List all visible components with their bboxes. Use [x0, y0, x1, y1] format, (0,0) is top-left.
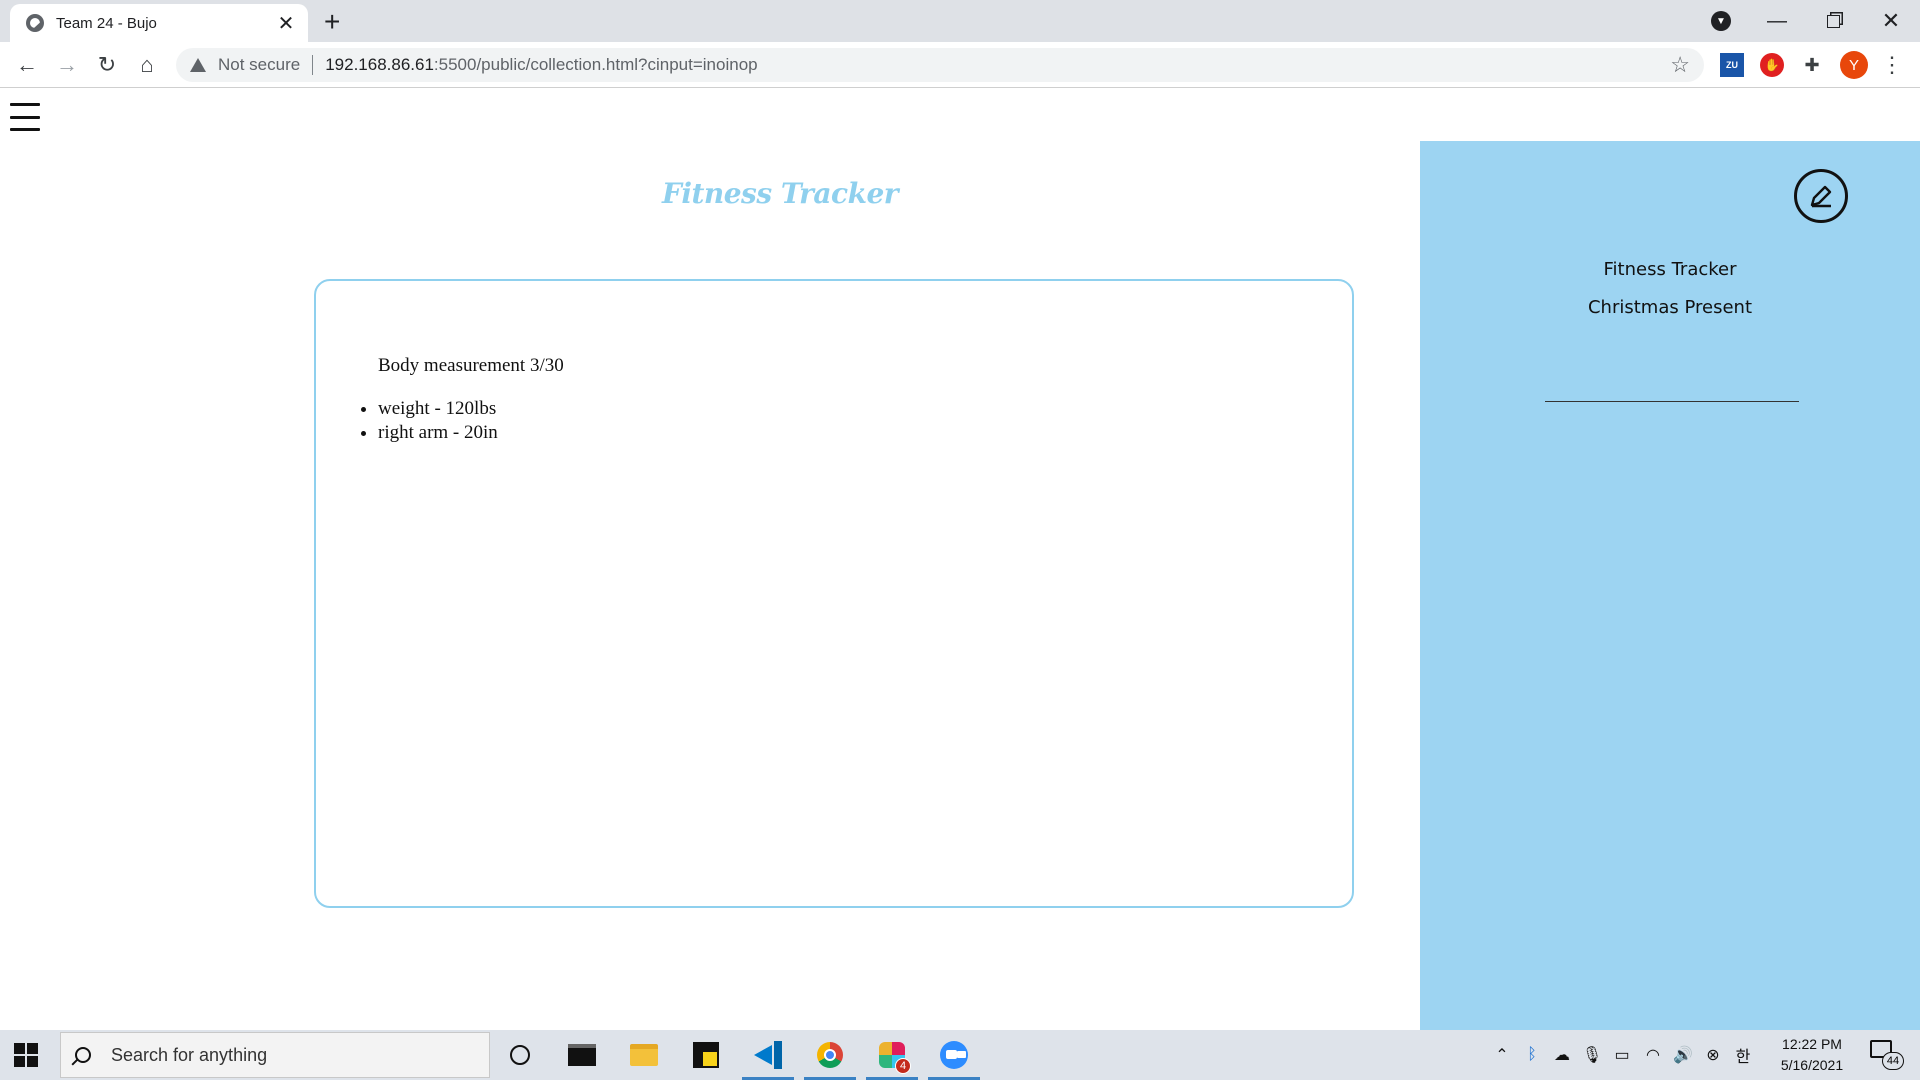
- adblock-extension-icon[interactable]: ✋: [1760, 53, 1784, 77]
- page-viewport: Fitness Tracker Body measurement 3/30 we…: [0, 89, 1920, 1030]
- globe-icon: [26, 14, 44, 32]
- bluetooth-icon[interactable]: ᛒ: [1520, 1030, 1544, 1080]
- sidebar-item-fitness-tracker[interactable]: Fitness Tracker: [1420, 259, 1920, 280]
- profile-avatar[interactable]: Y: [1840, 51, 1868, 79]
- url-host: 192.168.86.61: [325, 55, 434, 74]
- notification-center-button[interactable]: 44: [1870, 1040, 1904, 1070]
- clock-date: 5/16/2021: [1780, 1057, 1844, 1073]
- ime-indicator[interactable]: 한: [1730, 1030, 1756, 1080]
- sidebar-divider: [1545, 401, 1799, 402]
- hamburger-menu-icon[interactable]: [10, 103, 40, 131]
- entry-list: weight - 120lbs right arm - 20in: [378, 397, 498, 445]
- browser-toolbar: ← → ↻ ⌂ Not secure 192.168.86.61:5500/pu…: [0, 42, 1920, 88]
- taskbar-search-box[interactable]: Search for anything: [60, 1032, 490, 1078]
- reload-button[interactable]: ↻: [92, 50, 122, 80]
- list-item: weight - 120lbs: [378, 397, 498, 421]
- chrome-icon: [817, 1042, 843, 1068]
- taskbar-chrome[interactable]: [802, 1030, 858, 1080]
- volume-icon[interactable]: 🔊: [1670, 1030, 1696, 1080]
- collections-sidebar: Fitness Tracker Christmas Present: [1420, 141, 1920, 1030]
- taskbar-clock[interactable]: 12:22 PM 5/16/2021: [1760, 1034, 1864, 1076]
- search-icon: [75, 1047, 91, 1063]
- windows-start-icon[interactable]: [14, 1043, 38, 1067]
- arrow-right-icon: →: [56, 52, 78, 77]
- forward-button[interactable]: →: [52, 50, 82, 80]
- restore-icon: [1826, 14, 1840, 28]
- kebab-menu-icon[interactable]: ⋮: [1880, 52, 1904, 77]
- browser-tab[interactable]: Team 24 - Bujo ✕: [10, 4, 308, 42]
- home-button[interactable]: ⌂: [132, 50, 162, 80]
- profile-dropdown-button[interactable]: ▼: [1706, 0, 1736, 42]
- taskbar-zoom[interactable]: [926, 1030, 982, 1080]
- windows-taskbar: Search for anything 4 ⌃ ᛒ ☁ 🎙 ▭ ◠ 🔊 ⊗ 한 …: [0, 1030, 1920, 1080]
- taskbar-slack[interactable]: 4: [864, 1030, 920, 1080]
- back-button[interactable]: ←: [12, 50, 42, 80]
- folder-icon: [630, 1044, 658, 1066]
- cortana-icon: [510, 1045, 530, 1065]
- sticky-notes-icon: [693, 1042, 719, 1068]
- zu-extension-icon[interactable]: ZU: [1720, 53, 1744, 77]
- url-text[interactable]: 192.168.86.61:5500/public/collection.htm…: [325, 55, 757, 75]
- battery-icon[interactable]: ▭: [1608, 1030, 1636, 1080]
- wifi-icon[interactable]: ◠: [1640, 1030, 1666, 1080]
- tab-close-icon[interactable]: ✕: [276, 11, 296, 36]
- browser-tab-bar: Team 24 - Bujo ✕ + ▼ — ✕: [0, 0, 1920, 42]
- clock-time: 12:22 PM: [1782, 1036, 1842, 1052]
- chevron-down-icon: ▼: [1711, 11, 1731, 31]
- security-label[interactable]: Not secure: [218, 55, 300, 75]
- reload-icon: ↻: [97, 52, 117, 77]
- status-x-icon[interactable]: ⊗: [1700, 1030, 1726, 1080]
- list-item: right arm - 20in: [378, 421, 498, 445]
- new-tab-button[interactable]: +: [324, 6, 340, 38]
- slack-icon: 4: [879, 1042, 911, 1074]
- page-title: Fitness Tracker: [661, 177, 899, 210]
- warning-icon: [190, 58, 206, 72]
- address-bar[interactable]: Not secure 192.168.86.61:5500/public/col…: [176, 48, 1704, 82]
- entry-card: Body measurement 3/30 weight - 120lbs ri…: [314, 279, 1354, 908]
- onedrive-cloud-icon[interactable]: ☁: [1548, 1030, 1576, 1080]
- entry-title: Body measurement 3/30: [378, 355, 564, 376]
- slack-badge: 4: [895, 1058, 911, 1074]
- url-path: :5500/public/collection.html?cinput=inoi…: [433, 55, 758, 74]
- tab-title: Team 24 - Bujo: [56, 14, 157, 32]
- pencil-icon: [1810, 185, 1832, 208]
- edit-button[interactable]: [1794, 169, 1848, 223]
- zoom-icon: [940, 1041, 968, 1069]
- taskbar-file-explorer[interactable]: [616, 1030, 672, 1080]
- taskbar-vscode[interactable]: [740, 1030, 796, 1080]
- bookmark-star-icon[interactable]: ☆: [1670, 52, 1690, 78]
- taskbar-search-placeholder: Search for anything: [111, 1044, 268, 1065]
- extensions-puzzle-icon[interactable]: ✚: [1800, 53, 1824, 77]
- cortana-button[interactable]: [492, 1030, 548, 1080]
- minimize-button[interactable]: —: [1756, 0, 1798, 42]
- home-icon: ⌂: [140, 52, 154, 77]
- arrow-left-icon: ←: [16, 52, 38, 77]
- restore-button[interactable]: [1812, 0, 1854, 42]
- address-divider: [312, 55, 314, 75]
- taskbar-sticky-notes[interactable]: [678, 1030, 734, 1080]
- close-window-button[interactable]: ✕: [1868, 0, 1914, 42]
- sidebar-item-christmas-present[interactable]: Christmas Present: [1420, 297, 1920, 318]
- vscode-icon: [754, 1041, 782, 1069]
- terminal-icon: [568, 1044, 596, 1066]
- microphone-icon[interactable]: 🎙: [1580, 1030, 1604, 1080]
- show-hidden-icons-chevron-icon[interactable]: ⌃: [1490, 1030, 1514, 1080]
- notification-count: 44: [1882, 1052, 1904, 1070]
- taskbar-terminal[interactable]: [554, 1030, 610, 1080]
